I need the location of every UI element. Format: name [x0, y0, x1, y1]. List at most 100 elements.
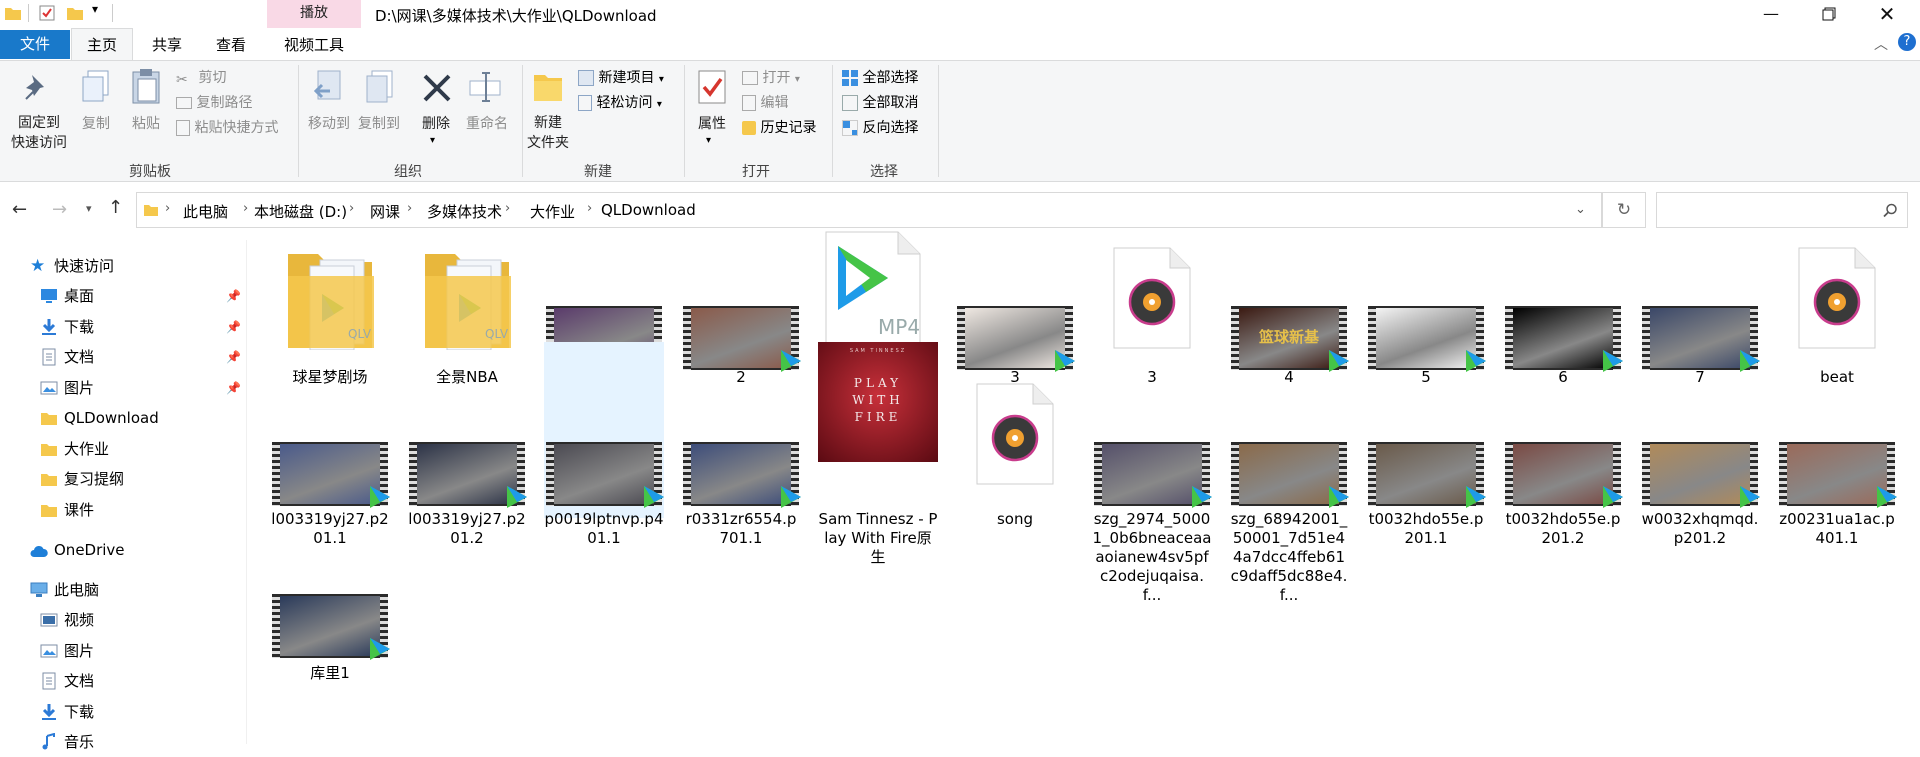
nav-item-label: 视频	[64, 611, 95, 629]
history-button[interactable]: 历史记录	[742, 117, 816, 139]
copy-path-button[interactable]: 复制路径	[176, 92, 252, 114]
play-icon	[1877, 486, 1897, 508]
paste-shortcut-button[interactable]: 粘贴快捷方式	[176, 117, 278, 139]
move-to-button[interactable]: 移动到	[304, 113, 354, 133]
nav-item[interactable]: 下载	[0, 697, 246, 727]
nav-item[interactable]: 下载 📌	[0, 312, 246, 342]
nav-item[interactable]: 音乐	[0, 727, 246, 757]
back-button[interactable]: ←	[12, 199, 27, 220]
nav-item[interactable]: 复习提纲	[0, 464, 246, 494]
nav-item[interactable]: 课件	[0, 495, 246, 525]
pin-icon[interactable]: 📌	[226, 342, 241, 372]
pin-icon[interactable]: 📌	[226, 312, 241, 342]
properties-button[interactable]: 属性	[690, 113, 734, 133]
file-name: Sam Tinnesz - Play With Fire原生	[818, 510, 938, 566]
file-item[interactable]: w0032xhqmqd.p201.2	[1640, 342, 1760, 547]
file-item[interactable]: t0032hdo55e.p201.1	[1366, 342, 1486, 547]
select-all-button[interactable]: 全部选择	[842, 67, 918, 89]
pin-icon[interactable]: 📌	[226, 373, 241, 403]
nav-quick-access[interactable]: ★ 快速访问	[0, 251, 246, 281]
desktop-icon	[41, 289, 57, 303]
nav-item[interactable]: 文档	[0, 666, 246, 696]
tab-file[interactable]: 文件	[0, 30, 70, 59]
nav-item-label: 音乐	[64, 733, 95, 751]
pin-to-quick-access-button[interactable]: 固定到 快速访问	[4, 113, 74, 153]
chevron-right-icon[interactable]: ›	[165, 201, 170, 216]
maximize-button[interactable]	[1800, 0, 1858, 28]
copy-button[interactable]: 复制	[78, 113, 114, 133]
nav-item[interactable]: 图片 📌	[0, 373, 246, 403]
copy-to-button[interactable]: 复制到	[354, 113, 404, 133]
recent-locations-icon[interactable]: ▾	[86, 202, 92, 215]
edit-button[interactable]: 编辑	[742, 92, 788, 114]
chevron-right-icon[interactable]: ›	[243, 201, 248, 216]
qat-customize-icon[interactable]: ▾	[92, 2, 98, 16]
open-button[interactable]: 打开 ▾	[742, 67, 800, 89]
file-item[interactable]: p0019lptnvp.p401.1	[544, 342, 664, 547]
file-item[interactable]: 3	[1092, 200, 1212, 386]
file-item[interactable]: beat	[1777, 200, 1897, 386]
folder-item[interactable]: QLV 球星梦剧场	[270, 200, 390, 386]
collapse-ribbon-icon[interactable]: ︿	[1874, 34, 1888, 54]
delete-button[interactable]: 删除	[416, 113, 456, 133]
cut-button[interactable]: ✂ 剪切	[176, 67, 226, 89]
breadcrumb-this-pc[interactable]: 此电脑	[183, 201, 228, 222]
file-item[interactable]: 2	[681, 200, 801, 386]
properties-dropdown-icon[interactable]: ▾	[706, 135, 711, 146]
nav-item[interactable]: 文档 📌	[0, 342, 246, 372]
file-item[interactable]: MP43	[818, 200, 938, 386]
tab-share[interactable]: 共享	[140, 34, 194, 56]
file-item[interactable]: SAM TINNESZ PLAY WITH FIRE Sam Tinnesz - Pla…	[818, 342, 938, 566]
file-item[interactable]: 7	[1640, 200, 1760, 386]
file-item[interactable]: t0032hdo55e.p201.2	[1503, 342, 1623, 547]
file-item[interactable]: song	[955, 342, 1075, 528]
file-item[interactable]: szg_2974_50001_0b6bneaceaaaoianew4sv5pfc…	[1092, 342, 1212, 604]
nav-onedrive[interactable]: OneDrive	[0, 535, 246, 565]
nav-item[interactable]: 桌面 📌	[0, 281, 246, 311]
delete-dropdown-icon[interactable]: ▾	[430, 135, 435, 146]
album-cover-text: WITH	[852, 393, 904, 407]
forward-button[interactable]: →	[52, 199, 67, 220]
new-folder-button[interactable]: 新建 文件夹	[520, 113, 576, 153]
dropdown-arrow-icon: ▾	[794, 74, 800, 85]
close-button[interactable]: ✕	[1858, 0, 1916, 28]
tab-video-tools[interactable]: 视频工具	[267, 34, 361, 56]
invert-selection-button[interactable]: 反向选择	[842, 117, 918, 139]
nav-item[interactable]: 视频	[0, 605, 246, 635]
context-tab-header: 播放	[267, 0, 361, 28]
easy-access-button[interactable]: 轻松访问 ▾	[578, 92, 662, 114]
new-item-button[interactable]: 新建项目 ▾	[578, 67, 664, 89]
nav-item[interactable]: 图片	[0, 636, 246, 666]
nav-item[interactable]: QLDownload	[0, 403, 246, 433]
nav-item-label: 复习提纲	[64, 470, 125, 488]
file-item[interactable]: 库里1	[270, 492, 390, 682]
file-item[interactable]: r0331zr6554.p701.1	[681, 342, 801, 547]
copy-path-label: 复制路径	[196, 95, 253, 111]
folder-item[interactable]: QLV 全景NBA	[407, 200, 527, 386]
edit-label: 编辑	[760, 95, 789, 111]
tab-view[interactable]: 查看	[204, 34, 258, 56]
file-item[interactable]: 篮球新基 4	[1229, 200, 1349, 386]
file-item[interactable]: 1	[544, 200, 664, 386]
nav-item[interactable]: 大作业	[0, 434, 246, 464]
select-none-button[interactable]: 全部取消	[842, 92, 918, 114]
paste-button[interactable]: 粘贴	[128, 113, 164, 133]
file-item[interactable]: 6	[1503, 200, 1623, 386]
file-item[interactable]: 3	[955, 200, 1075, 386]
nav-item-label: 下载	[64, 702, 95, 721]
file-item[interactable]: z00231ua1ac.p401.1	[1777, 342, 1897, 547]
pin-icon[interactable]: 📌	[226, 281, 241, 311]
rename-button[interactable]: 重命名	[462, 113, 512, 133]
tab-home[interactable]: 主页	[71, 28, 133, 60]
pictures-icon	[40, 381, 58, 394]
help-icon[interactable]: ?	[1898, 33, 1916, 51]
minimize-button[interactable]: —	[1742, 0, 1800, 28]
file-item[interactable]: 5	[1366, 200, 1486, 386]
up-button[interactable]: ↑	[108, 197, 123, 218]
new-folder-icon[interactable]	[66, 4, 84, 22]
file-item[interactable]: szg_68942001_50001_7d51e44a7dcc4ffeb61c9…	[1229, 342, 1349, 604]
nav-this-pc[interactable]: 此电脑	[0, 575, 246, 605]
file-item[interactable]: l003319yj27.p201.2	[407, 342, 527, 547]
properties-icon[interactable]	[38, 4, 56, 22]
play-icon	[781, 486, 801, 508]
